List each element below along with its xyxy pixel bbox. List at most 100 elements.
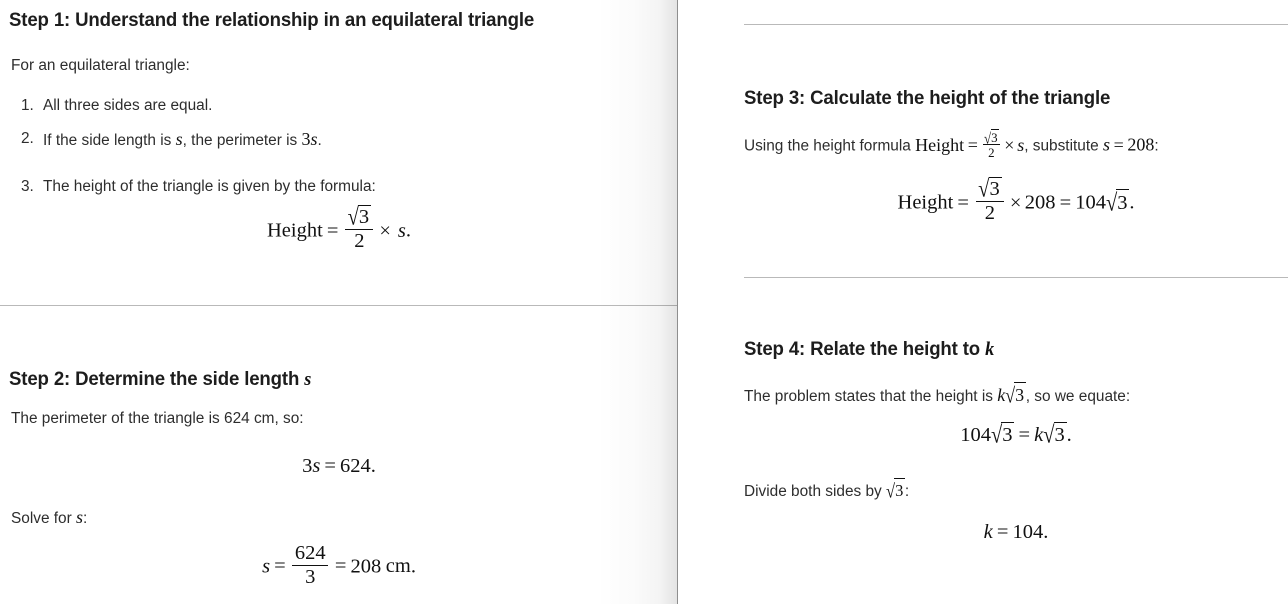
math-result-coefficient: 104 (1075, 191, 1106, 214)
math-radicand: 3 (1053, 422, 1067, 447)
math-equals-sign: = (1018, 424, 1031, 447)
step-2-equation-1: 3s = 624. (0, 455, 678, 478)
math-fraction-denominator: 2 (975, 201, 1004, 224)
math-fraction: 624 3 (290, 542, 331, 589)
step-3-heading: Step 3: Calculate the height of the tria… (744, 87, 1111, 109)
step-4-paragraph-2-after: : (904, 482, 910, 500)
list-item-text-before: If the side length is (43, 132, 176, 149)
math-variable-k: k (997, 384, 1006, 405)
math-coefficient: 3 (302, 455, 313, 477)
math-radicand: 3 (988, 177, 1002, 201)
math-radicand: 3 (358, 205, 371, 229)
math-variable-s: s (262, 555, 271, 578)
math-fraction-numerator: √3 (983, 128, 1000, 147)
math-fraction: √3 2 (343, 205, 377, 253)
math-value: 104 (1012, 521, 1044, 543)
section-divider-left (0, 305, 678, 306)
radical-glyph: √ (1105, 190, 1118, 217)
math-period: . (1066, 424, 1072, 447)
inline-math-sqrt3: √3 (886, 478, 905, 502)
step-3-display-equation: Height = √3 2 × 208 = 104√3. (744, 177, 1288, 225)
math-radicand: 3 (1116, 189, 1130, 214)
math-fraction-numerator: √3 (976, 176, 1004, 203)
math-value: 208 (1127, 134, 1155, 155)
math-height-label: Height (897, 191, 954, 214)
math-unit: cm (385, 555, 411, 578)
sqrt-icon: √3 (886, 478, 905, 502)
page-edge-line (677, 0, 678, 604)
step-4-heading: Step 4: Relate the height to k (744, 336, 994, 363)
math-fraction-numerator: √3 (345, 204, 373, 231)
math-equals-sign: = (324, 455, 336, 477)
list-item-text-mid: , the perimeter is (182, 132, 302, 149)
math-equals-sign: = (957, 191, 969, 214)
math-fraction-denominator: 2 (345, 229, 374, 252)
list-item-text: All three sides are equal. (43, 97, 213, 114)
math-value: 208 (350, 555, 382, 578)
step-1-heading: Step 1: Understand the relationship in a… (9, 9, 535, 31)
math-lhs-coefficient: 104 (960, 424, 992, 447)
step-2-paragraph-2-before: Solve for (11, 510, 77, 527)
step-2-heading-math-s: s (304, 369, 312, 390)
column-left: Step 1: Understand the relationship in a… (0, 0, 678, 604)
list-marker: 2. (21, 130, 34, 147)
inline-substitution: s = 208 (1103, 135, 1154, 155)
step-2-equation-2: s = 624 3 = 208 cm. (0, 542, 678, 589)
math-radicand: 3 (990, 129, 999, 145)
radical-glyph: √ (978, 176, 990, 203)
section-divider-right-bottom (744, 277, 1288, 278)
radical-glyph: √ (347, 204, 359, 231)
sqrt-icon: √3 (984, 128, 999, 147)
math-equals-sign: = (326, 219, 339, 242)
inline-math-variable-s: s (76, 507, 84, 527)
step-4-paragraph-2-before: Divide both sides by (744, 482, 887, 500)
radical-glyph: √ (984, 128, 992, 147)
sqrt-icon: √3 (1005, 382, 1026, 408)
radical-glyph: √ (886, 479, 896, 503)
step-4-equation-1: 104√3 = k√3. (744, 422, 1288, 449)
inline-math-variable-s: s (175, 129, 183, 149)
step-3-paragraph-after: : (1154, 137, 1159, 155)
sqrt-icon: √3 (978, 176, 1002, 203)
inline-math-3s: 3s (302, 129, 318, 149)
math-variable-s: s (1102, 134, 1110, 155)
math-value: 624 (340, 455, 371, 477)
math-period: . (1043, 521, 1049, 543)
math-fraction: √3 2 (973, 177, 1007, 225)
list-marker: 1. (21, 97, 34, 114)
math-period: . (405, 219, 411, 242)
step-2-heading: Step 2: Determine the side length s (9, 366, 311, 393)
step-4-paragraph-1-after: , so we equate: (1025, 387, 1131, 405)
math-times-sign: × (1009, 191, 1022, 214)
radical-glyph: √ (1005, 383, 1016, 408)
list-item: 1. All three sides are equal. (11, 95, 212, 117)
math-fraction-denominator: 3 (292, 565, 329, 588)
math-period: . (370, 455, 376, 477)
math-equals-sign-2: = (334, 555, 347, 578)
math-variable: s (310, 129, 318, 149)
math-radicand: 3 (894, 478, 905, 502)
math-height-label: Height (266, 219, 323, 242)
math-variable-s: s (397, 219, 406, 242)
math-variable-k: k (983, 521, 993, 543)
section-divider-right-top (744, 24, 1288, 25)
sqrt-icon: √3 (1043, 422, 1067, 449)
step-2-paragraph-2: Solve for s: (11, 506, 87, 530)
math-radicand: 3 (1014, 382, 1026, 406)
sqrt-icon: √3 (1105, 189, 1130, 217)
math-equals-sign: = (996, 521, 1009, 543)
step-4-heading-text: Step 4: Relate the height to (744, 338, 986, 360)
math-equals-sign: = (274, 555, 286, 578)
step-2-paragraph-1: The perimeter of the triangle is 624 cm,… (11, 410, 304, 427)
math-period: . (1129, 191, 1135, 214)
math-period: . (410, 555, 416, 578)
list-item-text: The height of the triangle is given by t… (43, 178, 376, 195)
step-4-paragraph-1-before: The problem states that the height is (744, 387, 998, 405)
step-4-equation-2: k = 104. (744, 521, 1288, 544)
list-item: 2. If the side length is s, the perimete… (11, 128, 322, 152)
math-times-sign: × (379, 219, 391, 242)
radical-glyph: √ (1043, 422, 1055, 449)
math-equals-sign: = (967, 134, 978, 155)
sqrt-icon: √3 (347, 204, 371, 231)
step-1-display-equation: Height = √3 2 × s. (0, 205, 678, 253)
